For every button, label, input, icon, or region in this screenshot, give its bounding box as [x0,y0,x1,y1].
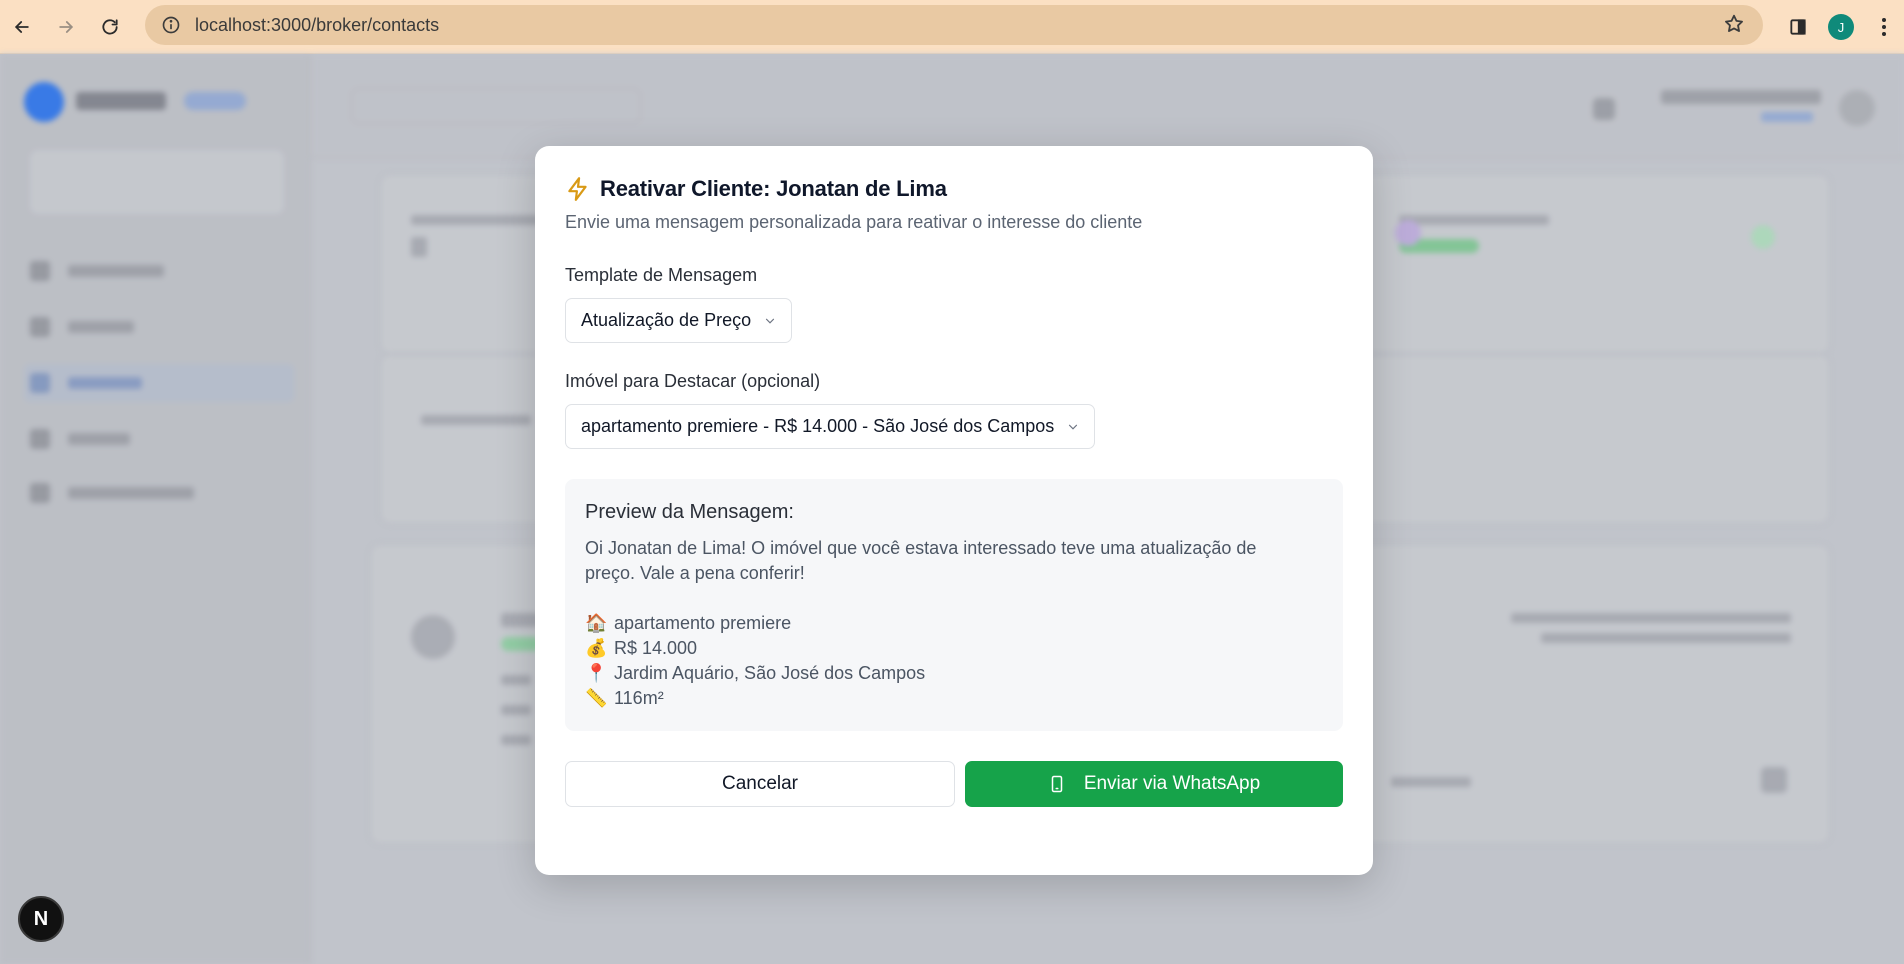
location-pin-icon: 📍 [585,663,608,683]
arrow-left-icon [15,20,29,33]
back-button[interactable] [2,7,42,47]
template-selected-value: Atualização de Preço [581,310,752,330]
arrow-right-icon [59,20,73,33]
preview-line-text: 116m² [614,688,664,708]
money-bag-icon: 💰 [585,638,608,658]
url-path: :3000/broker/contacts [266,14,440,35]
template-label: Template de Mensagem [565,265,758,285]
dialog-title-prefix: Reativar Cliente: [600,176,777,201]
lightning-icon [568,177,587,201]
preview-line-text: Jardim Aquário, São José dos Campos [614,663,926,683]
nextjs-dev-badge[interactable]: N [18,896,64,942]
smartphone-icon [1051,775,1063,793]
more-menu-icon[interactable] [1872,17,1896,37]
property-selected-value: apartamento premiere - R$ 14.000 - São J… [581,416,1055,436]
house-icon: 🏠 [585,613,608,633]
send-whatsapp-label: Enviar via WhatsApp [1083,773,1261,794]
preview-line-text: apartamento premiere [614,613,792,633]
ruler-icon: 📏 [585,688,608,708]
dialog-title-client-name: Jonatan de Lima [776,176,947,201]
dialog-header: Reativar Cliente: Jonatan de Lima [565,176,1343,202]
url-host: localhost [195,14,267,35]
preview-line-text: R$ 14.000 [614,638,698,658]
address-bar[interactable]: localhost:3000/broker/contacts [145,5,1763,45]
property-label: Imóvel para Destacar (opcional) [565,371,821,391]
preview-title: Preview da Mensagem: [585,501,794,523]
dialog-title: Reativar Cliente: Jonatan de Lima [600,176,947,202]
send-whatsapp-button[interactable]: Enviar via WhatsApp [965,761,1343,807]
preview-line-price: 💰 R$ 14.000 [585,636,1323,661]
reload-button[interactable] [90,7,130,47]
preview-property-details: 🏠 apartamento premiere 💰 R$ 14.000 📍 Jardim… [585,611,1323,711]
browser-actions: J [1786,7,1904,47]
forward-button[interactable] [46,7,86,47]
preview-line-name: 🏠 apartamento premiere [585,611,1323,636]
preview-line-location: 📍 Jardim Aquário, São José dos Campos [585,661,1323,686]
chevron-down-icon [766,318,775,324]
cancel-button[interactable]: Cancelar [565,761,955,807]
dialog-actions: Cancelar Enviar via WhatsApp [565,761,1343,807]
side-panel-icon[interactable] [1786,17,1810,37]
preview-message-text: Oi Jonatan de Lima! O imóvel que você es… [585,538,1257,583]
reactivate-client-dialog: Reativar Cliente: Jonatan de Lima Envie … [535,146,1373,875]
bookmark-star-icon[interactable] [1723,13,1745,40]
profile-avatar[interactable]: J [1828,14,1854,40]
url-text: localhost:3000/broker/contacts [195,15,439,36]
property-select[interactable]: apartamento premiere - R$ 14.000 - São J… [565,404,1096,449]
browser-toolbar: localhost:3000/broker/contacts J [0,0,1904,54]
chevron-down-icon [1069,424,1078,430]
template-select[interactable]: Atualização de Preço [565,298,793,343]
message-preview: Preview da Mensagem: Oi Jonatan de Lima!… [565,479,1343,731]
site-info-icon[interactable] [151,15,191,35]
preview-line-area: 📏 116m² [585,686,1323,711]
dialog-subtitle: Envie uma mensagem personalizada para re… [565,212,1143,232]
reload-icon [102,18,118,35]
